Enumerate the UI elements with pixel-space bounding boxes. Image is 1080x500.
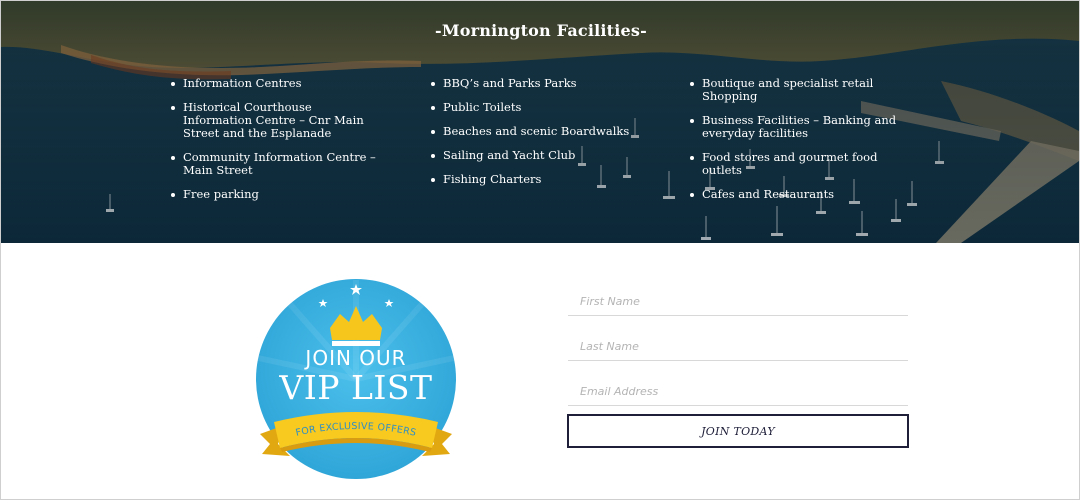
facility-item: Cafes and Restaurants	[690, 188, 920, 201]
hero-title: -Mornington Facilities-	[435, 21, 647, 40]
hero-banner: -Mornington Facilities- Information Cent…	[1, 1, 1079, 243]
facility-item: Fishing Charters	[431, 173, 631, 186]
facility-item: Historical Courthouse Information Centre…	[171, 101, 381, 140]
facility-item: Boutique and specialist retail Shopping	[690, 77, 920, 103]
last-name-field[interactable]	[568, 319, 908, 361]
facility-item: Sailing and Yacht Club	[431, 149, 631, 162]
facility-item: Information Centres	[171, 77, 381, 90]
email-field[interactable]	[568, 364, 908, 406]
badge-join-our-text: JOIN OUR	[305, 346, 407, 370]
facility-item: Beaches and scenic Boardwalks	[431, 125, 631, 138]
vip-list-badge: FOR EXCLUSIVE OFFERS JOIN OUR VIP LIST	[252, 278, 460, 484]
first-name-field[interactable]	[568, 274, 908, 316]
facility-item: Free parking	[171, 188, 381, 201]
join-today-button[interactable]: JOIN TODAY	[567, 414, 909, 448]
facilities-column-2: BBQ’s and Parks Parks Public Toilets Bea…	[431, 77, 631, 197]
facilities-column-3: Boutique and specialist retail Shopping …	[690, 77, 920, 212]
badge-vip-list-text: VIP LIST	[279, 368, 433, 407]
facility-item: Community Information Centre – Main Stre…	[171, 151, 381, 177]
facility-item: Public Toilets	[431, 101, 631, 114]
facility-item: Business Facilities – Banking and everyd…	[690, 114, 920, 140]
facility-item: Food stores and gourmet food outlets	[690, 151, 920, 177]
facilities-column-1: Information Centres Historical Courthous…	[171, 77, 381, 212]
facility-item: BBQ’s and Parks Parks	[431, 77, 631, 90]
